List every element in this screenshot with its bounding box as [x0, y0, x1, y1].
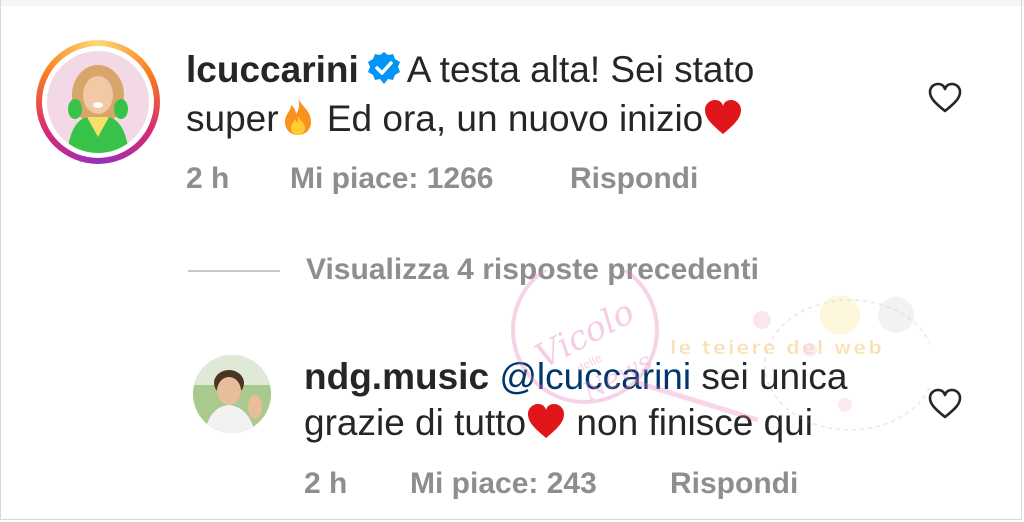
- verified-badge-icon: [367, 50, 401, 96]
- comment-text-line2a: grazie di tutto: [304, 402, 527, 443]
- avatar-ndg-music[interactable]: [193, 355, 271, 433]
- comment-text-line2b: Ed ora, un nuovo inizio: [326, 98, 704, 139]
- comment-text-line2b: non finisce qui: [576, 402, 813, 443]
- heart-outline-icon[interactable]: [928, 82, 962, 114]
- comment-text-line1: A testa alta! Sei stato: [406, 49, 755, 90]
- reply-button[interactable]: Rispondi: [670, 467, 798, 501]
- username-ndg-music[interactable]: ndg.music: [304, 356, 489, 397]
- likes-count[interactable]: Mi piace: 1266: [290, 162, 493, 196]
- view-previous-replies-button[interactable]: Visualizza 4 risposte precedenti: [306, 253, 759, 287]
- comment-text-line1: sei unica: [701, 356, 848, 397]
- heart-outline-icon[interactable]: [928, 388, 962, 420]
- red-heart-emoji-icon: [526, 402, 566, 451]
- red-heart-emoji-icon: [703, 98, 743, 147]
- mention-link[interactable]: @lcuccarini: [499, 356, 691, 397]
- replies-divider: [188, 270, 280, 272]
- comment-body: ndg.music @lcuccarini sei unica grazie d…: [304, 354, 904, 451]
- reply-button[interactable]: Rispondi: [570, 162, 698, 196]
- username-lcuccarini[interactable]: lcuccarini: [186, 49, 359, 90]
- fire-emoji-icon: [279, 96, 317, 147]
- comment-time: 2 h: [186, 162, 230, 195]
- avatar-story-ring[interactable]: [36, 40, 160, 164]
- comment-time: 2 h: [304, 467, 348, 500]
- avatar-lcuccarini[interactable]: [47, 51, 149, 153]
- likes-count[interactable]: Mi piace: 243: [410, 467, 597, 501]
- comment-body: lcuccarini A testa alta! Sei stato super …: [186, 47, 886, 147]
- comment-text-line2a: super: [186, 98, 279, 139]
